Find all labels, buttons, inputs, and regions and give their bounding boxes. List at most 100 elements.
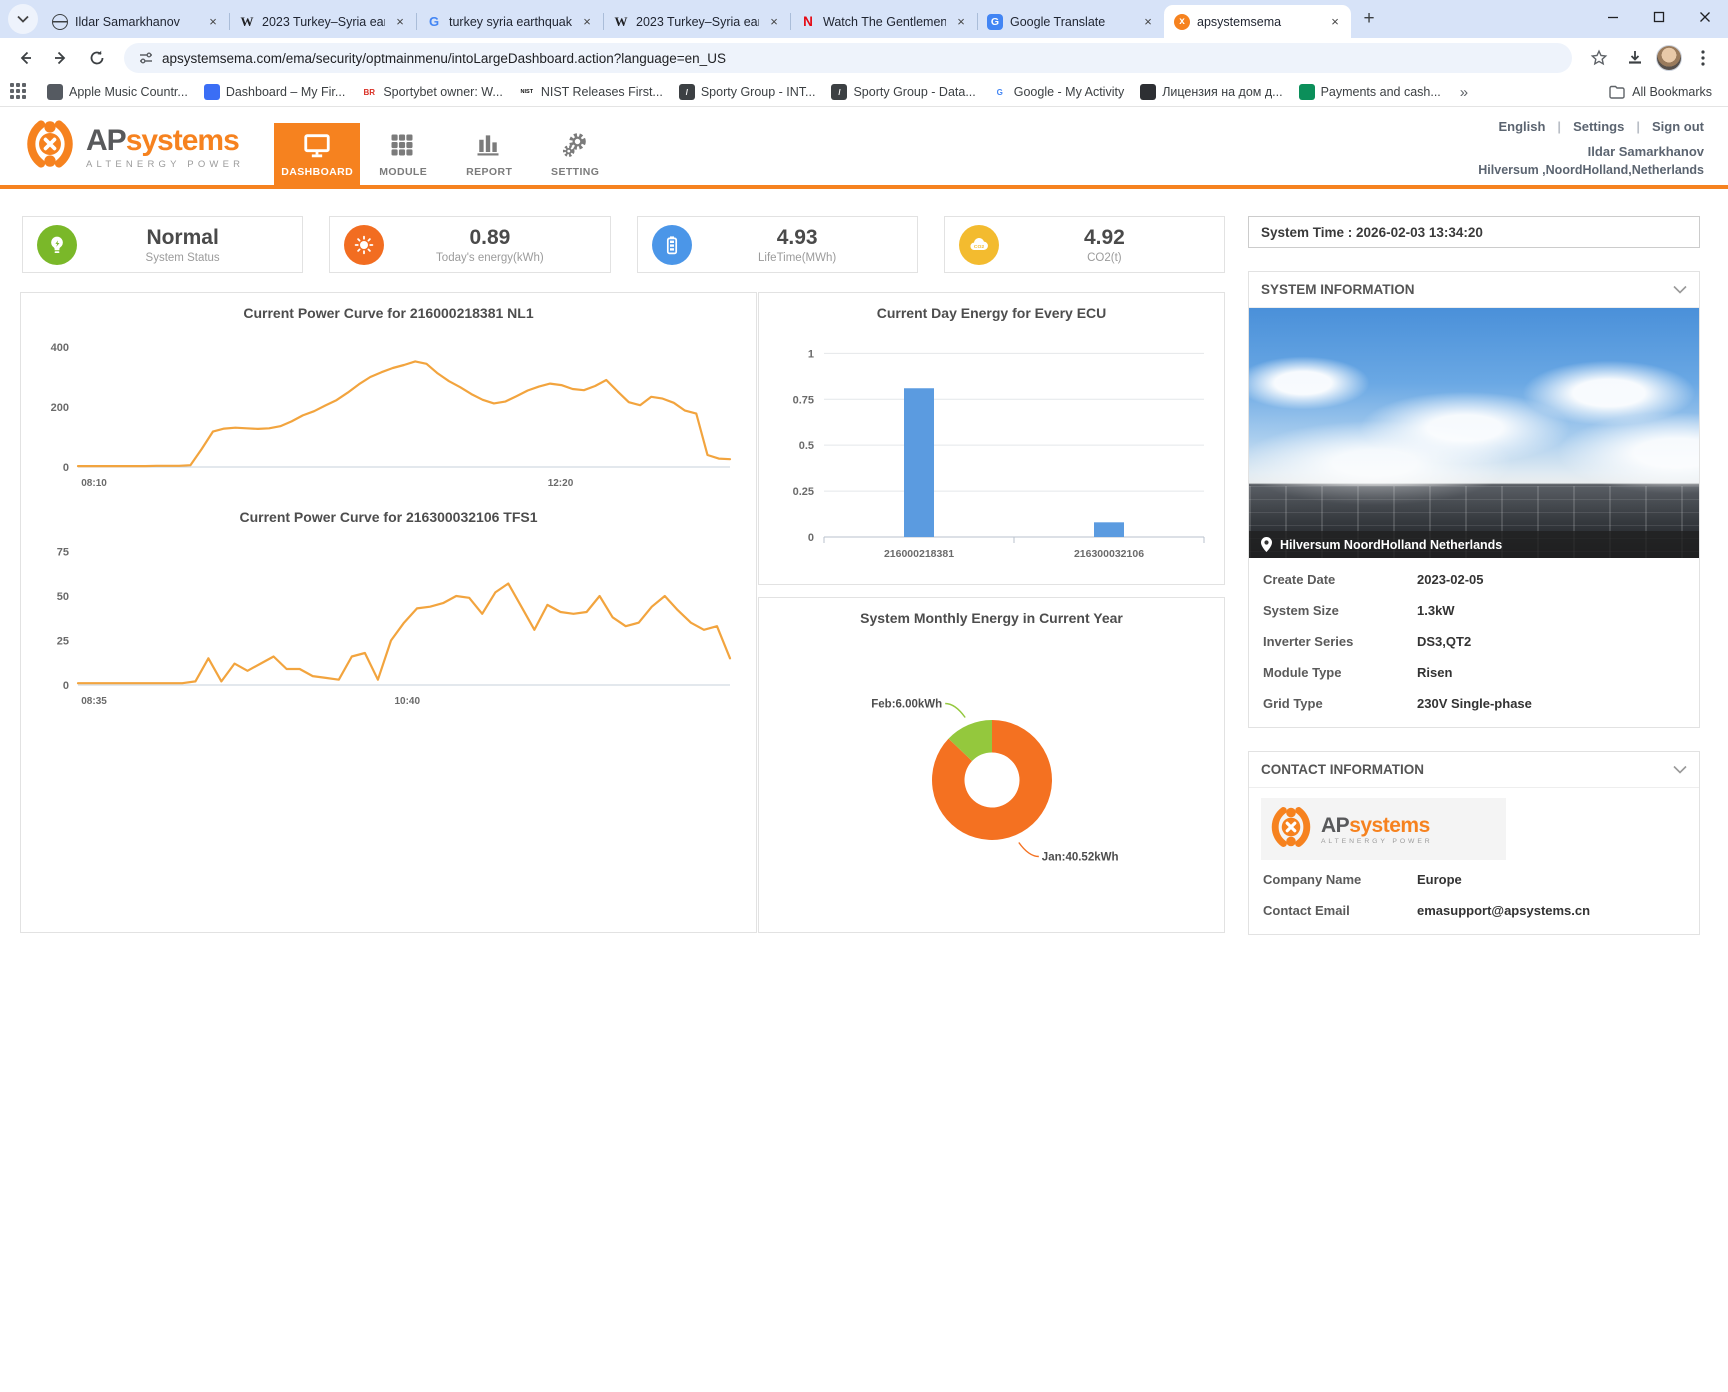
bookmark-item[interactable]: Dashboard – My Fir... xyxy=(197,81,353,103)
window-minimize-button[interactable] xyxy=(1590,0,1636,34)
bookmark-label: Sporty Group - INT... xyxy=(701,85,816,99)
nav-item-setting[interactable]: SETTING xyxy=(532,123,618,185)
system-information-header[interactable]: SYSTEM INFORMATION xyxy=(1249,272,1699,308)
monthly-energy-donut-chart: Jan:40.52kWhFeb:6.00kWh xyxy=(762,626,1222,926)
info-row-label: System Size xyxy=(1249,603,1417,618)
info-row-value: 230V Single-phase xyxy=(1417,696,1532,711)
all-bookmarks-button[interactable]: All Bookmarks xyxy=(1609,85,1718,99)
wikipedia-icon: W xyxy=(239,14,255,30)
svg-text:0: 0 xyxy=(62,680,68,692)
info-row-value: 1.3kW xyxy=(1417,603,1455,618)
pencil-icon: / xyxy=(679,84,695,100)
chart-title-monthly: System Monthly Energy in Current Year xyxy=(759,598,1224,626)
power-curve-chart-nl1: 020040008:1012:20 xyxy=(32,325,746,493)
forward-button[interactable] xyxy=(46,43,76,73)
tab-close-icon[interactable]: × xyxy=(1140,14,1156,30)
browser-tab[interactable]: G Google Translate × xyxy=(977,5,1164,38)
contact-information-header[interactable]: CONTACT INFORMATION xyxy=(1249,752,1699,788)
tab-close-icon[interactable]: × xyxy=(1327,14,1343,30)
nav-item-dashboard[interactable]: DASHBOARD xyxy=(274,123,360,185)
window-close-button[interactable] xyxy=(1682,0,1728,34)
bookmark-label: Sportybet owner: W... xyxy=(383,85,503,99)
info-row-value: DS3,QT2 xyxy=(1417,634,1471,649)
new-tab-button[interactable]: + xyxy=(1355,5,1383,33)
contact-company-logo: APsystems ALTENERGY POWER xyxy=(1261,798,1506,860)
bookmark-item[interactable]: BR Sportybet owner: W... xyxy=(354,81,510,103)
bookmark-label: Лицензия на дом д... xyxy=(1162,85,1282,99)
nav-item-report[interactable]: REPORT xyxy=(446,123,532,185)
svg-text:75: 75 xyxy=(56,546,68,558)
info-row-label: Inverter Series xyxy=(1249,634,1417,649)
bookmark-item[interactable]: G Google - My Activity xyxy=(985,81,1131,103)
netflix-icon: N xyxy=(800,14,816,30)
reload-button[interactable] xyxy=(82,43,112,73)
apps-grid-icon[interactable] xyxy=(10,83,28,101)
dashboard-icon xyxy=(204,84,220,100)
chevron-down-icon xyxy=(17,15,29,23)
tab-close-icon[interactable]: × xyxy=(766,14,782,30)
back-button[interactable] xyxy=(10,43,40,73)
bookmark-item[interactable]: Apple Music Countr... xyxy=(40,81,195,103)
bookmark-star-icon[interactable] xyxy=(1584,43,1614,73)
nav-item-module[interactable]: MODULE xyxy=(360,123,446,185)
tab-search-button[interactable] xyxy=(8,4,38,34)
tab-close-icon[interactable]: × xyxy=(392,14,408,30)
downloads-icon[interactable] xyxy=(1620,43,1650,73)
window-maximize-button[interactable] xyxy=(1636,0,1682,34)
browser-tab[interactable]: N Watch The Gentlemen | N × xyxy=(790,5,977,38)
info-row: Company Name Europe xyxy=(1249,864,1699,895)
co2-value: 4.92 xyxy=(999,226,1210,250)
bookmark-item[interactable]: Payments and cash... xyxy=(1292,81,1448,103)
tab-title: Google Translate xyxy=(1010,15,1133,29)
nist-icon: NIST xyxy=(519,84,535,100)
browser-tab-strip: Ildar Samarkhanov × W 2023 Turkey–Syria … xyxy=(0,0,1728,38)
browser-tab[interactable]: Ildar Samarkhanov × xyxy=(42,5,229,38)
menu-kebab-icon[interactable] xyxy=(1688,43,1718,73)
signout-link[interactable]: Sign out xyxy=(1652,119,1704,134)
tab-close-icon[interactable]: × xyxy=(953,14,969,30)
info-row: Create Date 2023-02-05 xyxy=(1249,564,1699,595)
browser-tab[interactable]: W 2023 Turkey–Syria earthq × xyxy=(603,5,790,38)
chart-title-tfs1: Current Power Curve for 216300032106 TFS… xyxy=(21,493,756,525)
svg-text:400: 400 xyxy=(50,342,68,354)
settings-link[interactable]: Settings xyxy=(1573,119,1624,134)
profile-avatar[interactable] xyxy=(1656,45,1682,71)
svg-text:0.5: 0.5 xyxy=(798,440,813,452)
svg-text:Jan:40.52kWh: Jan:40.52kWh xyxy=(1041,851,1118,863)
browser-tab[interactable]: W 2023 Turkey–Syria earthq × xyxy=(229,5,416,38)
lifetime-card: 4.93LifeTime(MWh) xyxy=(637,216,918,273)
sportybet-icon: BR xyxy=(361,84,377,100)
document-icon xyxy=(1140,84,1156,100)
module-grid-icon xyxy=(388,131,418,161)
bookmark-item[interactable]: NIST NIST Releases First... xyxy=(512,81,670,103)
brand-ap: AP xyxy=(86,124,126,157)
browser-tab[interactable]: x apsystemsema × xyxy=(1164,5,1351,38)
svg-text:216000218381: 216000218381 xyxy=(883,548,953,560)
tab-title: turkey syria earthquake af xyxy=(449,15,572,29)
tab-close-icon[interactable]: × xyxy=(579,14,595,30)
apsystems-logo: APsystems ALTENERGY POWER xyxy=(24,118,244,175)
bookmarks-overflow-chevron[interactable]: » xyxy=(1452,84,1476,101)
svg-text:08:35: 08:35 xyxy=(81,696,107,707)
site-header: APsystems ALTENERGY POWER DASHBOARD MODU… xyxy=(0,107,1728,189)
site-info-icon[interactable] xyxy=(138,50,154,66)
pencil-icon: / xyxy=(831,84,847,100)
browser-tab[interactable]: G turkey syria earthquake af × xyxy=(416,5,603,38)
bookmark-item[interactable]: / Sporty Group - INT... xyxy=(672,81,823,103)
apsystems-icon: x xyxy=(1174,14,1190,30)
bookmark-item[interactable]: Лицензия на дом д... xyxy=(1133,81,1289,103)
info-row: Module Type Risen xyxy=(1249,657,1699,688)
co2-card: CO2 4.92CO2(t) xyxy=(944,216,1225,273)
co2-label: CO2(t) xyxy=(999,252,1210,264)
language-link[interactable]: English xyxy=(1498,119,1545,134)
bookmark-item[interactable]: / Sporty Group - Data... xyxy=(824,81,982,103)
tv-icon xyxy=(47,84,63,100)
address-bar[interactable]: apsystemsema.com/ema/security/optmainmen… xyxy=(124,43,1572,73)
user-location: Hilversum ,NoordHolland,Netherlands xyxy=(1478,163,1704,177)
today-energy-label: Today's energy(kWh) xyxy=(384,252,595,264)
tab-close-icon[interactable]: × xyxy=(205,14,221,30)
bookmark-label: Dashboard – My Fir... xyxy=(226,85,346,99)
svg-text:0.25: 0.25 xyxy=(792,486,813,498)
battery-icon xyxy=(652,225,692,265)
tab-title: Ildar Samarkhanov xyxy=(75,15,198,29)
